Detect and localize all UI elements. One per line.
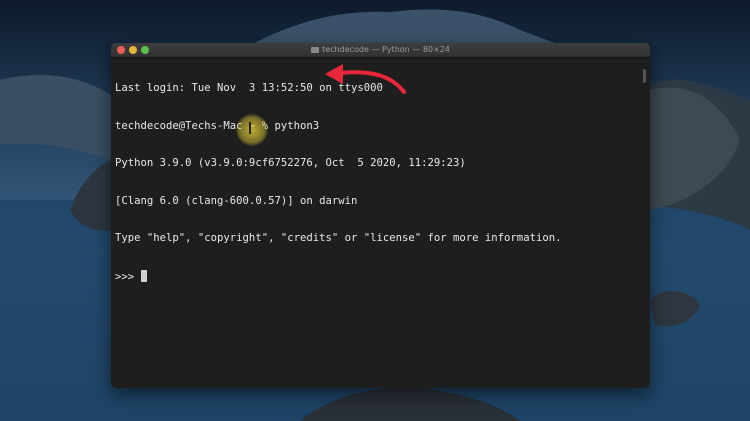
annotation-arrow-icon — [325, 64, 406, 94]
